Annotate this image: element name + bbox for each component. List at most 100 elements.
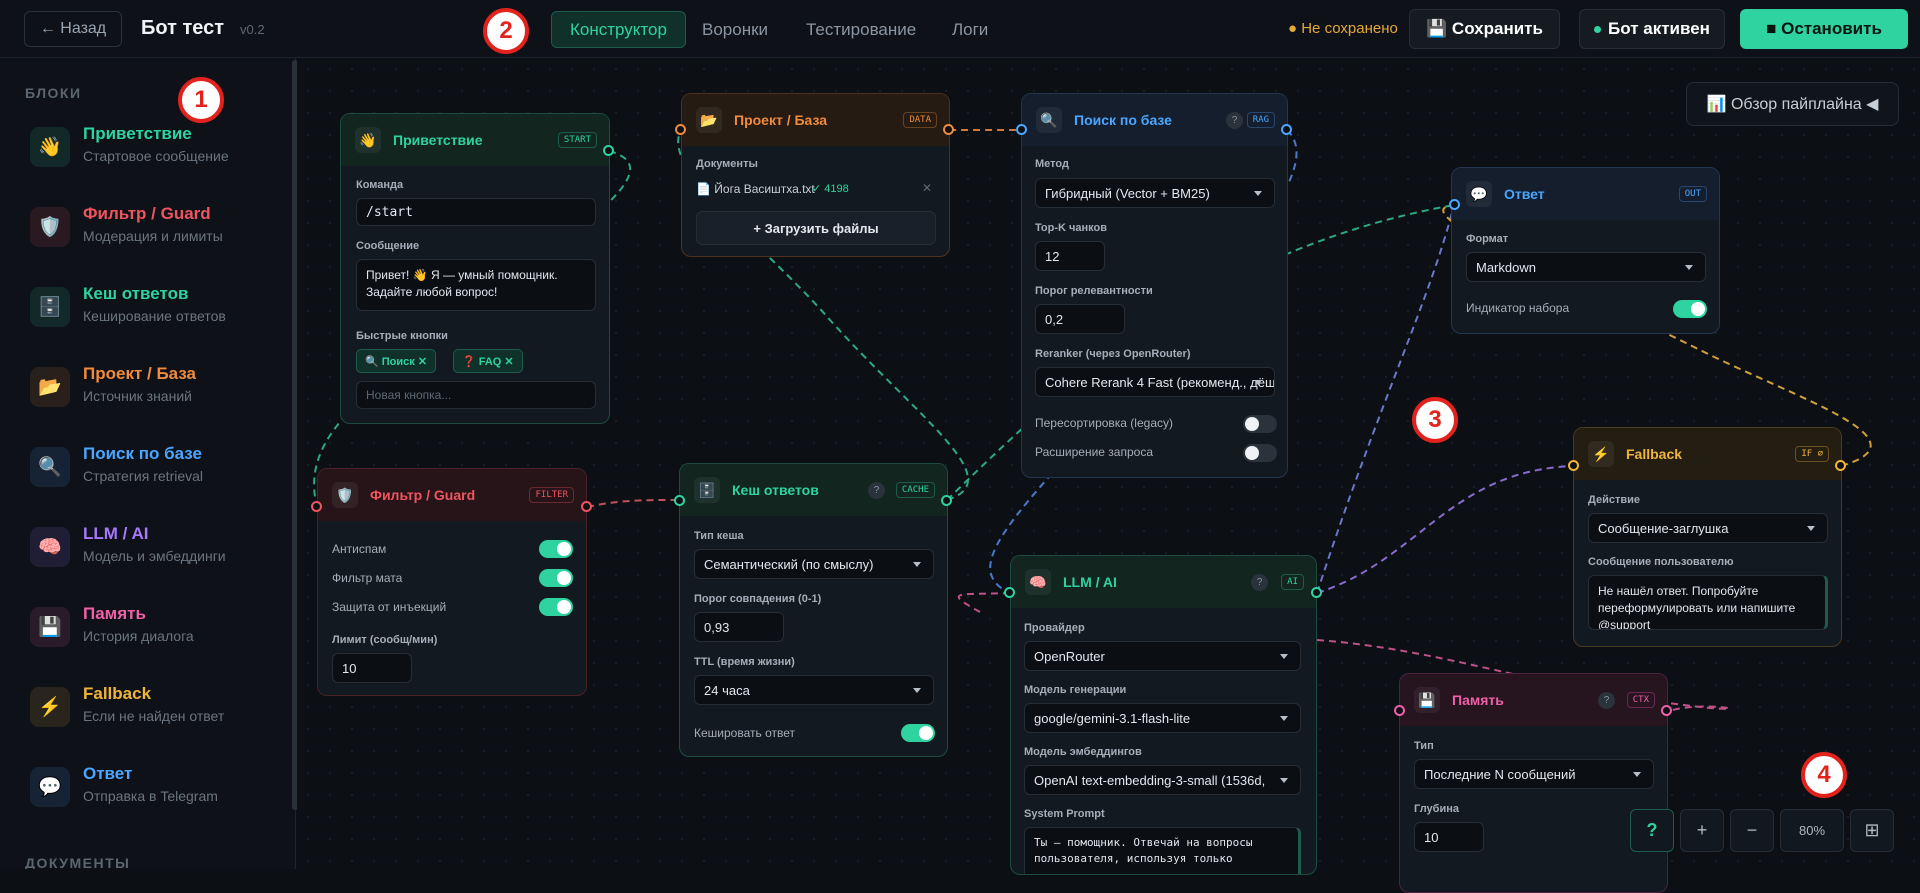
antispam-label: Антиспам <box>332 542 387 556</box>
stop-button[interactable]: ■ Остановить <box>1740 9 1908 49</box>
sidebar-item-title: Ответ <box>83 764 133 783</box>
upload-files-button[interactable]: + Загрузить файлы <box>696 211 936 245</box>
injection-toggle[interactable] <box>539 598 573 616</box>
zoom-out-button[interactable]: − <box>1730 809 1774 852</box>
message-textarea[interactable]: Привет! 👋 Я — умный помощник. Задайте лю… <box>356 259 596 311</box>
limit-input[interactable]: 10 <box>332 653 412 683</box>
project-icon: 📂 <box>30 367 70 407</box>
system-prompt-textarea[interactable]: Ты — помощник. Отвечай на вопросы пользо… <box>1024 827 1301 874</box>
version-label: v0.2 <box>240 22 265 37</box>
sidebar-item-greeting[interactable]: 👋 Приветствие Стартовое сообщение <box>25 114 275 174</box>
sidebar-item-answer[interactable]: 💬 Ответ Отправка в Telegram <box>25 754 275 814</box>
filter-in-port[interactable] <box>311 501 322 512</box>
node-search[interactable]: 🔍 Поиск по базе? RAG Метод Гибридный (Vect… <box>1021 93 1288 478</box>
sidebar-item-project[interactable]: 📂 Проект / База Источник знаний <box>25 354 275 414</box>
antispam-toggle[interactable] <box>539 540 573 558</box>
topk-input[interactable]: 12 <box>1035 241 1105 271</box>
node-answer[interactable]: 💬 Ответ OUT Формат Markdown Индикатор набо… <box>1451 167 1720 334</box>
sidebar-item-cache[interactable]: 🗄️ Кеш ответов Кеширование ответов <box>25 274 275 334</box>
sidebar-item-memory[interactable]: 💾 Память История диалога <box>25 594 275 654</box>
tab-logs[interactable]: Логи <box>934 11 1006 48</box>
chip-search[interactable]: 🔍 Поиск ✕ <box>356 349 437 373</box>
node-llm[interactable]: 🧠 LLM / AI? AI Провайдер OpenRouter Модель… <box>1010 555 1317 875</box>
cache-type-select[interactable]: Семантический (по смыслу) <box>694 549 934 579</box>
profanity-toggle[interactable] <box>539 569 573 587</box>
emb-model-select[interactable]: OpenAI text-embedding-3-small (1536d, <box>1024 765 1301 795</box>
memory-type-select[interactable]: Последние N сообщений <box>1414 759 1654 789</box>
resort-toggle[interactable] <box>1243 415 1277 433</box>
tab-constructor[interactable]: Конструктор <box>551 11 686 48</box>
bot-active-button[interactable]: Бот активен <box>1579 9 1725 49</box>
sidebar-item-llm[interactable]: 🧠 LLM / AI Модель и эмбеддинги <box>25 514 275 574</box>
active-dot-icon <box>1594 25 1602 33</box>
fit-view-icon[interactable]: ⊞ <box>1850 809 1894 852</box>
sidebar-item-filter[interactable]: 🛡️ Фильтр / Guard Модерация и лимиты <box>25 194 275 254</box>
help-button[interactable]: ? <box>1630 809 1674 852</box>
typing-toggle[interactable] <box>1673 300 1707 318</box>
greeting-icon: 👋 <box>30 127 70 167</box>
cache-in-port[interactable] <box>674 495 685 506</box>
answer-in-port[interactable] <box>1449 199 1460 210</box>
help-icon[interactable]: ? <box>1598 692 1615 709</box>
command-input[interactable]: /start <box>356 198 596 226</box>
fallback-out-port[interactable] <box>1835 460 1846 471</box>
user-message-textarea[interactable]: Не нашёл ответ. Попробуйте переформулиро… <box>1588 575 1828 630</box>
back-button[interactable]: ← Назад <box>24 11 122 47</box>
llm-icon: 🧠 <box>30 527 70 567</box>
remove-doc-icon[interactable]: ✕ <box>922 181 932 195</box>
method-select[interactable]: Гибридный (Vector + BM25) <box>1035 178 1275 208</box>
node-fallback[interactable]: ⚡ Fallback IF ∅ Действие Сообщение-заглушк… <box>1573 427 1842 647</box>
tab-testing[interactable]: Тестирование <box>788 11 934 48</box>
folder-icon: 📂 <box>696 107 722 133</box>
greeting-out-port[interactable] <box>603 145 614 156</box>
fallback-in-port[interactable] <box>1568 460 1579 471</box>
provider-select[interactable]: OpenRouter <box>1024 641 1301 671</box>
tab-funnels[interactable]: Воронки <box>684 11 786 48</box>
cache-answer-label: Кешировать ответ <box>694 726 795 740</box>
sidebar-item-search[interactable]: 🔍 Поиск по базе Стратегия retrieval <box>25 434 275 494</box>
help-icon[interactable]: ? <box>868 482 885 499</box>
node-filter[interactable]: 🛡️ Фильтр / Guard FILTER Антиспам Фильтр м… <box>317 468 587 696</box>
project-out-port[interactable] <box>943 124 954 135</box>
expand-label: Расширение запроса <box>1035 445 1153 459</box>
sidebar-item-title: LLM / AI <box>83 524 149 543</box>
llm-in-port[interactable] <box>1004 587 1015 598</box>
help-icon[interactable]: ? <box>1226 112 1243 129</box>
project-in-port[interactable] <box>675 124 686 135</box>
memory-in-port[interactable] <box>1394 705 1405 716</box>
pipeline-overview-button[interactable]: 📊 Обзор пайплайна ◀ <box>1686 82 1899 126</box>
search-in-port[interactable] <box>1016 124 1027 135</box>
search-out-port[interactable] <box>1281 124 1292 135</box>
match-input[interactable]: 0,93 <box>694 612 784 642</box>
ttl-select[interactable]: 24 часа <box>694 675 934 705</box>
memory-out-port[interactable] <box>1661 705 1672 716</box>
node-project[interactable]: 📂 Проект / База DATA Документы 📄 Йога Васи… <box>681 93 950 257</box>
gen-model-select[interactable]: google/gemini-3.1-flash-lite <box>1024 703 1301 733</box>
node-badge: IF ∅ <box>1795 446 1829 462</box>
documents-label: Документы <box>696 158 758 170</box>
llm-out-port[interactable] <box>1311 587 1322 598</box>
save-button[interactable]: 💾 Сохранить <box>1409 9 1560 49</box>
sidebar-item-subtitle: Источник знаний <box>83 388 192 404</box>
format-select[interactable]: Markdown <box>1466 252 1706 282</box>
action-label: Действие <box>1588 494 1640 506</box>
doc-chunks: ✓ 4198 <box>812 183 849 195</box>
threshold-input[interactable]: 0,2 <box>1035 304 1125 334</box>
filter-out-port[interactable] <box>581 501 592 512</box>
cache-icon: 🗄️ <box>30 287 70 327</box>
new-button-input[interactable]: Новая кнопка... <box>356 381 596 409</box>
node-cache[interactable]: 🗄️ Кеш ответов? CACHE Тип кеша Семантическ… <box>679 463 948 757</box>
action-select[interactable]: Сообщение-заглушка <box>1588 513 1828 543</box>
reranker-select[interactable]: Cohere Rerank 4 Fast (рекоменд., дёшево <box>1035 367 1275 397</box>
chip-faq[interactable]: ❓ FAQ ✕ <box>453 349 523 373</box>
cache-answer-toggle[interactable] <box>901 724 935 742</box>
sidebar-item-subtitle: Модерация и лимиты <box>83 228 223 244</box>
zoom-in-button[interactable]: + <box>1680 809 1724 852</box>
cache-out-port[interactable] <box>941 495 952 506</box>
expand-toggle[interactable] <box>1243 444 1277 462</box>
depth-input[interactable]: 10 <box>1414 822 1484 852</box>
help-icon[interactable]: ? <box>1251 574 1268 591</box>
node-memory[interactable]: 💾 Память? CTX Тип Последние N сообщений Гл… <box>1399 673 1668 893</box>
node-greeting[interactable]: 👋 Приветствие START Команда /start Сообщен… <box>340 113 610 424</box>
sidebar-item-fallback[interactable]: ⚡ Fallback Если не найден ответ <box>25 674 275 734</box>
